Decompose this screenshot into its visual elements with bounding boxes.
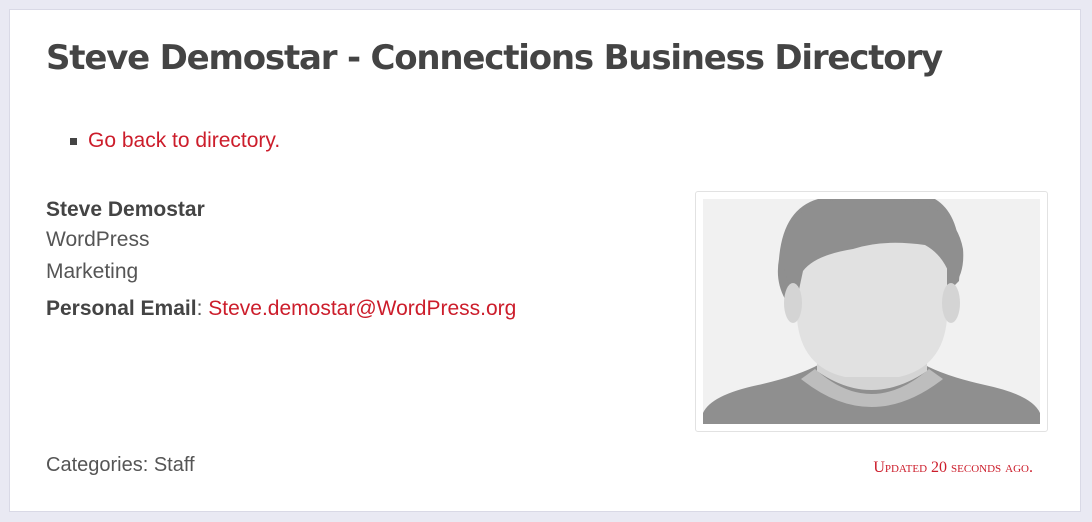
email-row: Personal Email: Steve.demostar@WordPress… <box>46 295 516 323</box>
contact-photo-frame <box>695 191 1048 432</box>
categories-text: Categories: Staff <box>46 454 195 476</box>
list-item: Go back to directory. <box>70 129 280 153</box>
page-title: Steve Demostar - Connections Business Di… <box>46 38 943 78</box>
placeholder-person-icon <box>703 199 1040 424</box>
back-to-directory-link[interactable]: Go back to directory. <box>88 129 280 153</box>
email-link[interactable]: Steve.demostar@WordPress.org <box>208 297 516 320</box>
back-navigation: Go back to directory. <box>70 129 280 153</box>
contact-name: Steve Demostar <box>46 198 205 221</box>
directory-card: Steve Demostar - Connections Business Di… <box>9 9 1081 512</box>
contact-organization: WordPress <box>46 228 150 251</box>
bullet-icon <box>70 137 77 145</box>
email-label: Personal Email <box>46 297 197 320</box>
contact-department: Marketing <box>46 260 139 283</box>
email-separator: : <box>196 297 203 320</box>
contact-details: Steve Demostar WordPress Marketing Perso… <box>46 196 516 323</box>
updated-timestamp: Updated 20 seconds ago. <box>873 459 1033 476</box>
